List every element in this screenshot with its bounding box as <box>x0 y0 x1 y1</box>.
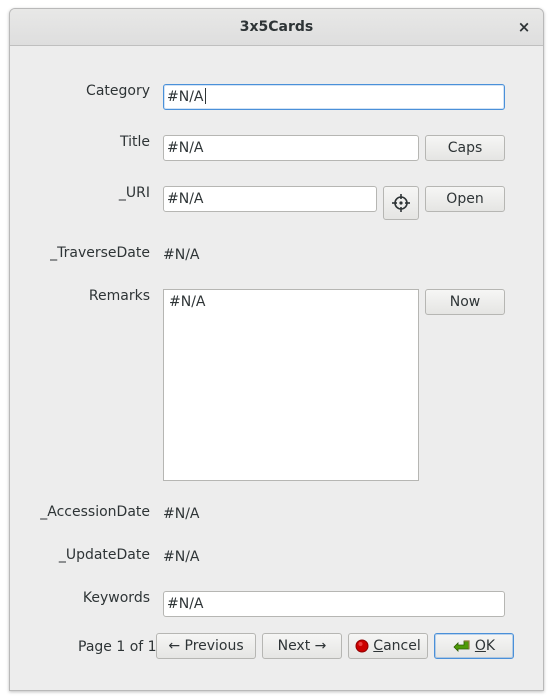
category-input[interactable]: #N/A <box>163 84 505 110</box>
close-icon[interactable]: × <box>515 18 533 36</box>
now-button[interactable]: Now <box>425 289 505 315</box>
traverse-date-label: _TraverseDate <box>50 245 150 261</box>
window-title: 3x5Cards <box>239 19 314 35</box>
traverse-date-value: #N/A <box>163 247 200 263</box>
uri-label: _URI <box>118 185 150 201</box>
category-value: #N/A <box>167 89 204 105</box>
titlebar[interactable]: 3x5Cards × <box>10 9 543 46</box>
title-input[interactable]: #N/A <box>163 135 419 161</box>
caps-button[interactable]: Caps <box>425 135 505 161</box>
next-button[interactable]: Next → <box>262 633 342 659</box>
update-date-label: _UpdateDate <box>58 547 150 563</box>
title-label: Title <box>119 134 150 150</box>
remarks-textarea[interactable]: #N/A <box>163 289 419 481</box>
cancel-button[interactable]: Cancel <box>348 633 428 659</box>
previous-button[interactable]: ← Previous <box>156 633 256 659</box>
page-info: Page 1 of 1 <box>78 639 157 655</box>
uri-pick-button[interactable] <box>383 186 419 220</box>
red-circle-icon <box>355 639 369 653</box>
text-caret <box>204 88 206 104</box>
update-date-value: #N/A <box>163 549 200 565</box>
ok-button[interactable]: OK <box>434 633 514 659</box>
accession-date-label: _AccessionDate <box>40 504 150 520</box>
keywords-input[interactable]: #N/A <box>163 591 505 617</box>
green-check-arrow-icon <box>453 640 470 652</box>
ok-label: OK <box>474 638 496 654</box>
open-button[interactable]: Open <box>425 186 505 212</box>
keywords-label: Keywords <box>82 590 150 606</box>
crosshair-icon <box>392 194 410 212</box>
uri-input[interactable]: #N/A <box>163 186 377 212</box>
cancel-label: Cancel <box>373 638 421 654</box>
dialog-window: 3x5Cards × Category #N/A Title #N/A Caps… <box>9 8 544 691</box>
accession-date-value: #N/A <box>163 506 200 522</box>
remarks-label: Remarks <box>88 288 150 304</box>
category-label: Category <box>86 83 150 99</box>
